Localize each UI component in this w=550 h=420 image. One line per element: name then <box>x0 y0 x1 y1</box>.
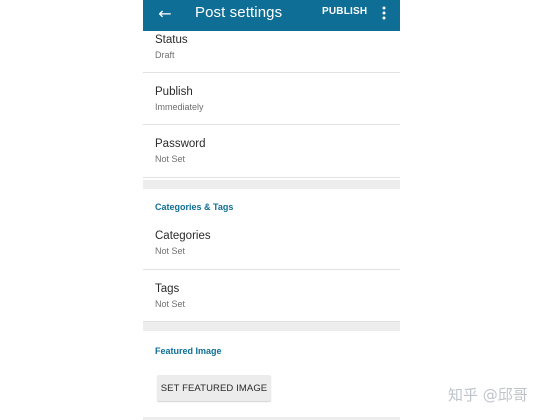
tags-label: Tags <box>155 283 180 295</box>
status-label: Status <box>155 34 188 46</box>
publish-button[interactable]: PUBLISH <box>322 6 367 17</box>
set-featured-image-button[interactable]: SET FEATURED IMAGE <box>157 375 271 401</box>
arrow-left-icon[interactable]: ← <box>155 2 175 26</box>
more-vertical-icon[interactable] <box>380 5 388 21</box>
watermark: 知乎 @邱哥 <box>448 386 528 404</box>
tags-row[interactable]: Tags Not Set <box>143 270 400 322</box>
password-label: Password <box>155 138 206 150</box>
app-bar: ← Post settings PUBLISH <box>143 0 400 31</box>
status-value: Draft <box>155 50 175 60</box>
status-row[interactable]: Status Draft <box>143 31 400 73</box>
general-settings-panel: Status Draft Publish Immediately Passwor… <box>143 31 400 180</box>
page-title: Post settings <box>195 4 283 21</box>
featured-image-panel: Featured Image SET FEATURED IMAGE <box>143 331 400 417</box>
publish-row[interactable]: Publish Immediately <box>143 73 400 125</box>
publish-value: Immediately <box>155 102 204 112</box>
categories-label: Categories <box>155 230 211 242</box>
tags-value: Not Set <box>155 299 186 309</box>
password-row[interactable]: Password Not Set <box>143 125 400 178</box>
categories-tags-header: Categories & Tags <box>155 202 234 212</box>
featured-image-header: Featured Image <box>155 346 222 356</box>
categories-value: Not Set <box>155 246 186 256</box>
publish-label: Publish <box>155 86 193 98</box>
password-value: Not Set <box>155 154 186 164</box>
categories-row[interactable]: Categories Not Set <box>143 217 400 270</box>
categories-tags-panel: Categories & Tags Categories Not Set Tag… <box>143 189 400 322</box>
post-settings-screen: ← Post settings PUBLISH Status Draft Pub… <box>143 0 400 420</box>
